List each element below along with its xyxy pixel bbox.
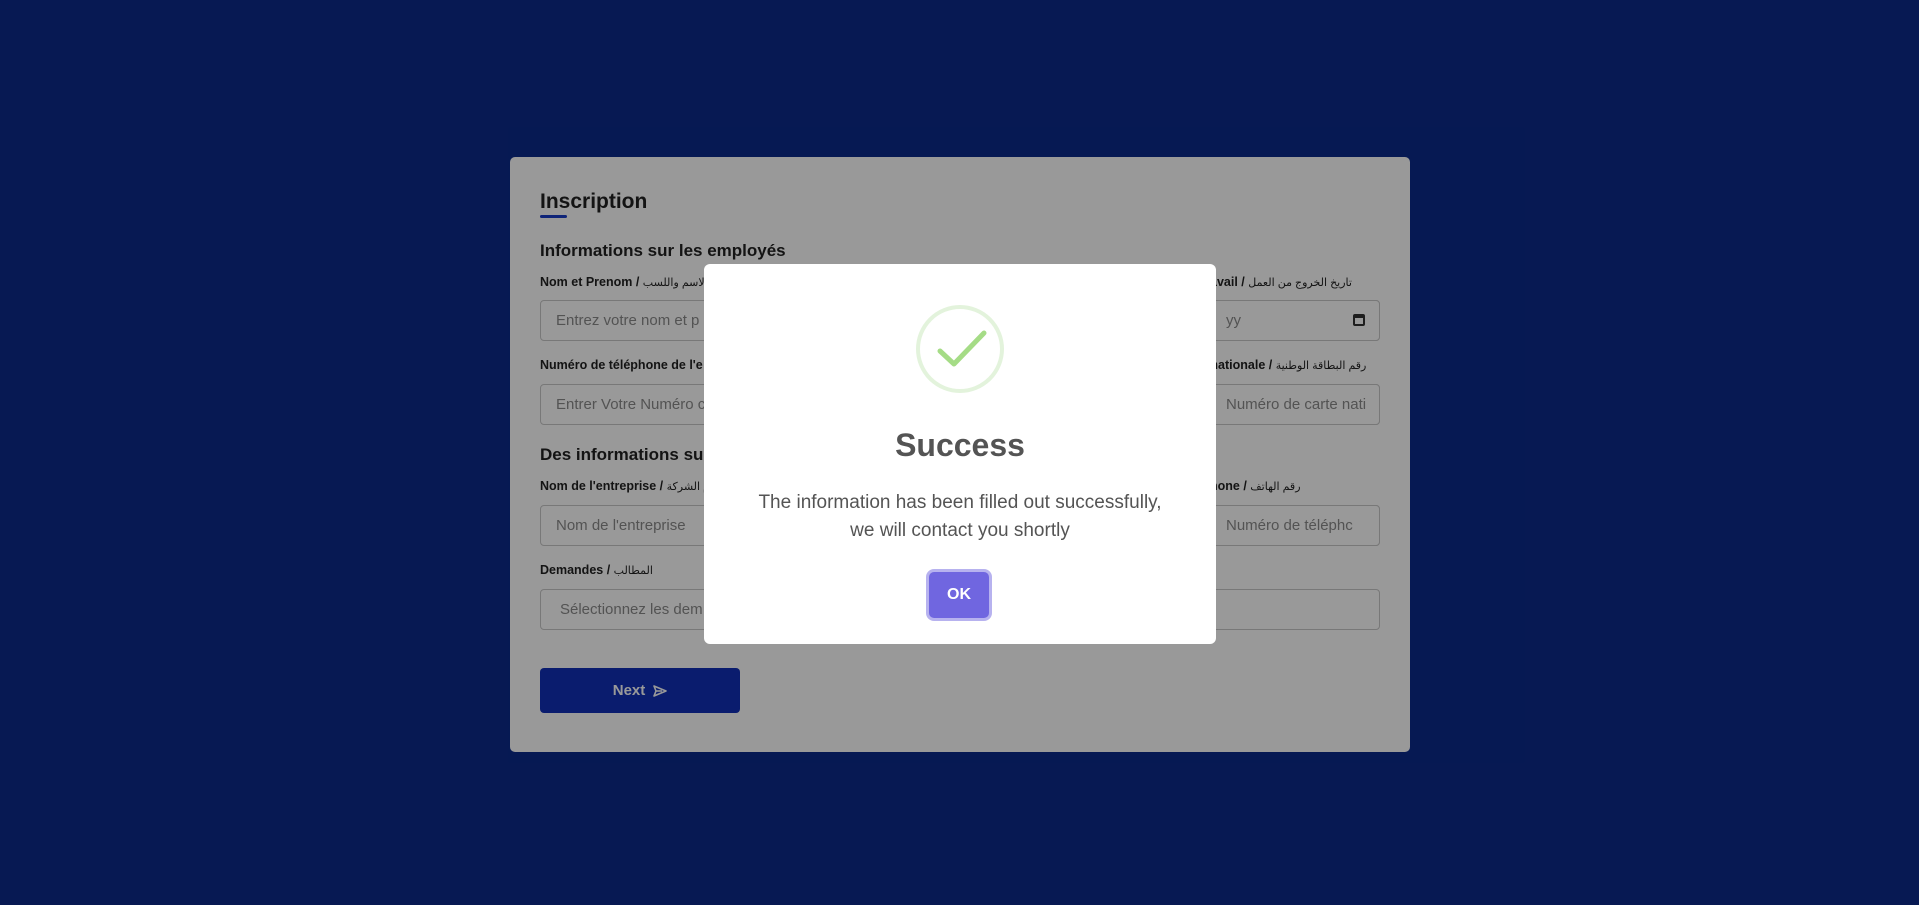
ok-button[interactable]: OK: [929, 572, 989, 618]
dialog-title: Success: [895, 427, 1025, 463]
dialog-message: The information has been filled out succ…: [758, 492, 1162, 541]
success-check-icon: [916, 305, 1004, 393]
success-dialog: Success The information has been filled …: [704, 264, 1216, 644]
